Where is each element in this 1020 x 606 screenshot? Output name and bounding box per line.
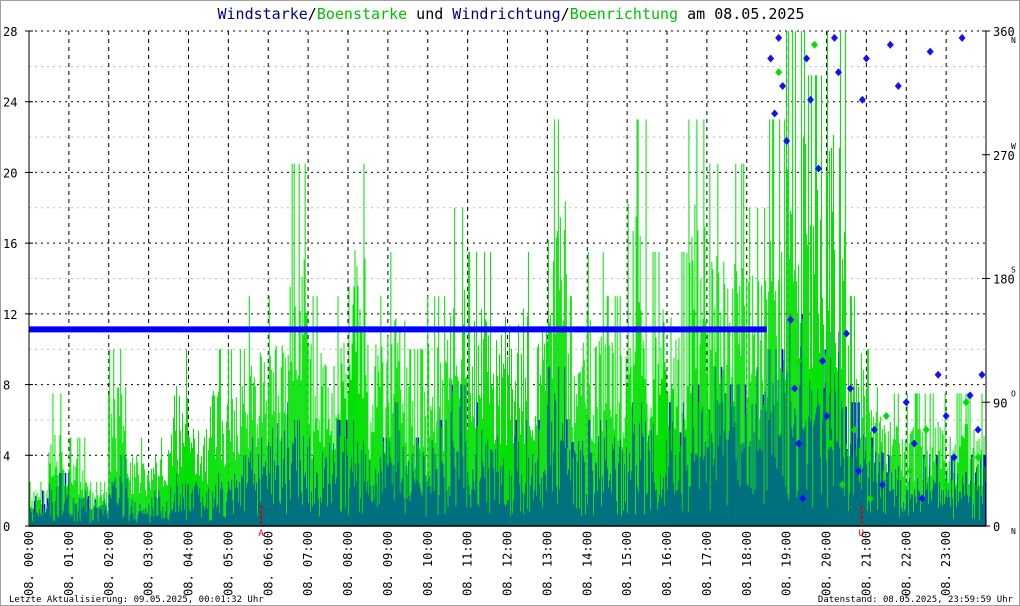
- y-left-tick-label: 8: [3, 379, 10, 393]
- chart-svg: Windstarke/Boenstarke und Windrichtung/B…: [3, 5, 1016, 605]
- y-right-tick-label: 0: [993, 520, 1000, 534]
- wind-direction-point: [779, 82, 787, 90]
- wind-direction-point: [934, 370, 942, 379]
- data-status: Datenstand: 08.05.2025, 23:59:59 Uhr: [818, 595, 1014, 605]
- wind-direction-point: [958, 33, 966, 42]
- x-tick-label: 08. 11:00: [461, 531, 475, 596]
- sunset-marker: U: [858, 529, 863, 539]
- title-mid: und: [407, 5, 452, 23]
- compass-label: N: [1011, 36, 1016, 45]
- x-tick-label: 08. 07:00: [301, 531, 315, 596]
- wind-direction-point: [894, 82, 902, 90]
- wind-direction-point: [902, 398, 910, 407]
- wind-direction-point: [942, 412, 950, 420]
- x-tick-label: 08. 21:00: [859, 531, 873, 596]
- wind-direction-point: [830, 33, 838, 42]
- x-tick-label: 08. 16:00: [660, 531, 674, 596]
- y-left-tick-label: 20: [3, 166, 17, 180]
- x-tick-label: 08. 15:00: [620, 531, 634, 596]
- x-tick-label: 08. 00:00: [22, 531, 36, 596]
- y-left-tick-label: 16: [3, 237, 17, 251]
- gust-direction-point: [811, 40, 819, 49]
- gust-direction-point: [922, 425, 930, 434]
- x-tick-label: 08. 18:00: [740, 531, 754, 596]
- title-date: am 08.05.2025: [678, 5, 804, 23]
- y-right-tick-label: 180: [993, 273, 1015, 287]
- y-left-tick-label: 28: [3, 25, 17, 39]
- x-tick-label: 08. 23:00: [939, 531, 953, 596]
- x-tick-label: 08. 08:00: [341, 531, 355, 596]
- gust-direction-point: [775, 68, 783, 77]
- wind-direction-point: [926, 47, 934, 56]
- compass-label: W: [1011, 142, 1016, 151]
- title-sep: /: [561, 5, 570, 23]
- title-windstarke: Windstarke: [217, 5, 307, 23]
- y-right-tick-label: 90: [993, 396, 1007, 410]
- compass-label: O: [1011, 389, 1016, 398]
- gust-direction-point: [882, 412, 890, 420]
- y-left-tick-label: 12: [3, 308, 17, 322]
- chart-title: Windstarke/Boenstarke und Windrichtung/B…: [217, 5, 804, 23]
- title-boenstarke: Boenstarke: [317, 5, 407, 23]
- wind-direction-point: [974, 425, 982, 434]
- wind-direction-point: [858, 95, 866, 104]
- x-tick-label: 08. 17:00: [700, 531, 714, 596]
- x-tick-label: 08. 02:00: [102, 531, 116, 596]
- x-tick-label: 08. 01:00: [62, 531, 76, 596]
- wind-direction-point: [862, 54, 870, 63]
- y-left-tick-label: 0: [3, 520, 10, 534]
- title-sep: /: [308, 5, 317, 23]
- x-tick-label: 08. 13:00: [540, 531, 554, 596]
- x-tick-label: 08. 03:00: [142, 531, 156, 596]
- wind-direction-point: [978, 370, 986, 379]
- wind-direction-point: [775, 33, 783, 42]
- x-tick-label: 08. 04:00: [182, 531, 196, 596]
- x-tick-label: 08. 10:00: [421, 531, 435, 596]
- x-tick-label: 08. 09:00: [381, 531, 395, 596]
- y-left-tick-label: 4: [3, 449, 10, 463]
- wind-chart: Windstarke/Boenstarke und Windrichtung/B…: [0, 0, 1020, 606]
- wind-direction-point: [767, 54, 775, 63]
- wind-direction-point: [771, 109, 779, 118]
- x-tick-label: 08. 12:00: [501, 531, 515, 596]
- x-tick-label: 08. 05:00: [221, 531, 235, 596]
- x-tick-label: 08. 19:00: [780, 531, 794, 596]
- sunrise-marker: A: [258, 529, 264, 539]
- title-windrichtung: Windrichtung: [452, 5, 560, 23]
- y-right-tick-label: 270: [993, 149, 1015, 163]
- x-tick-label: 08. 14:00: [580, 531, 594, 596]
- compass-label: N: [1011, 527, 1016, 536]
- y-left-tick-label: 24: [3, 96, 17, 110]
- x-tick-label: 08. 06:00: [261, 531, 275, 596]
- last-update: Letzte Aktualisierung: 09.05.2025, 00:01…: [9, 595, 264, 605]
- compass-label: S: [1011, 266, 1016, 275]
- title-boenrichtung: Boenrichtung: [570, 5, 678, 23]
- x-tick-label: 08. 20:00: [820, 531, 834, 596]
- x-tick-label: 08. 22:00: [899, 531, 913, 596]
- wind-direction-point: [886, 40, 894, 49]
